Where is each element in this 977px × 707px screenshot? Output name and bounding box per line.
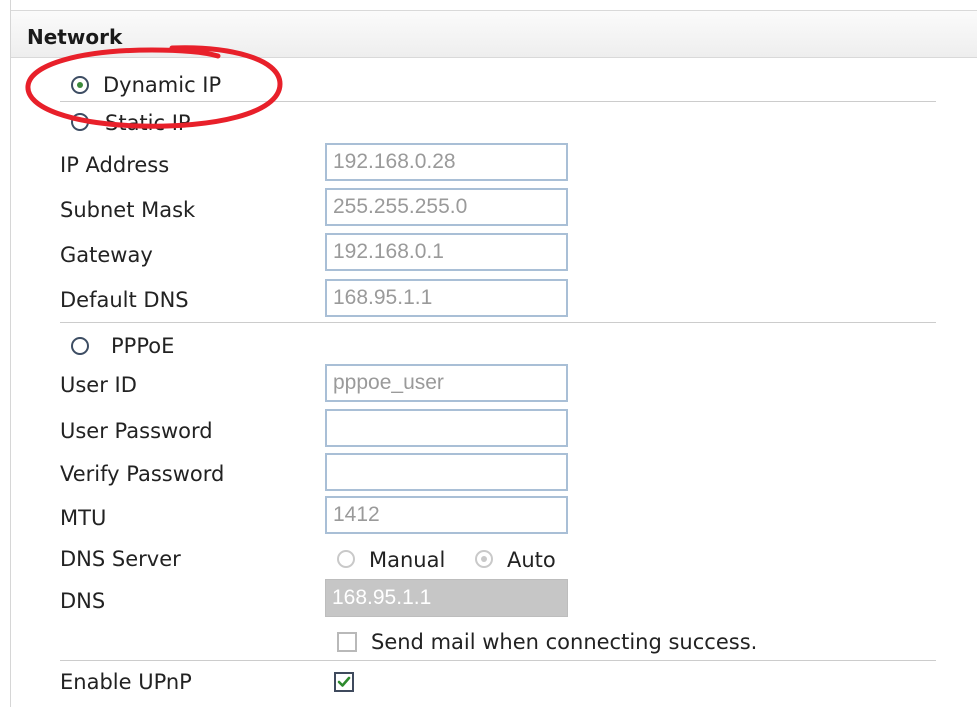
dns-manual-radio[interactable] [337, 550, 355, 568]
verify-password-label: Verify Password [60, 462, 225, 486]
user-id-input[interactable] [325, 364, 568, 402]
gateway-label: Gateway [60, 243, 153, 267]
divider [60, 101, 936, 102]
dns-input[interactable] [325, 579, 568, 617]
divider [60, 322, 936, 323]
dns-label: DNS [60, 589, 106, 613]
user-id-label: User ID [60, 373, 137, 397]
ip-address-input[interactable] [325, 143, 568, 181]
dns-manual-label: Manual [369, 548, 446, 572]
section-header: Network [11, 10, 977, 58]
enable-upnp-label: Enable UPnP [60, 670, 192, 694]
section-title: Network [27, 25, 123, 49]
pppoe-label: PPPoE [111, 334, 175, 358]
mtu-input[interactable] [325, 496, 568, 534]
dynamic-ip-radio[interactable] [71, 76, 89, 94]
dns-auto-radio[interactable] [475, 550, 493, 568]
ip-address-label: IP Address [60, 153, 170, 177]
subnet-mask-label: Subnet Mask [60, 198, 196, 222]
user-password-label: User Password [60, 419, 213, 443]
static-ip-radio[interactable] [71, 113, 89, 131]
send-mail-checkbox[interactable] [337, 632, 357, 652]
mtu-label: MTU [60, 506, 107, 530]
verify-password-input[interactable] [325, 453, 568, 491]
pppoe-radio[interactable] [71, 337, 89, 355]
dns-auto-label: Auto [507, 548, 556, 572]
send-mail-label: Send mail when connecting success. [371, 630, 758, 654]
enable-upnp-checkbox[interactable] [334, 672, 354, 692]
user-password-input[interactable] [325, 409, 568, 447]
dynamic-ip-label: Dynamic IP [103, 73, 222, 97]
static-ip-label: Static IP [105, 111, 191, 135]
divider [60, 660, 936, 661]
default-dns-input[interactable] [325, 279, 568, 317]
dns-server-label: DNS Server [60, 547, 181, 571]
checkmark-icon [337, 676, 351, 687]
network-panel: Network Dynamic IP Static IP IP Address … [10, 0, 977, 707]
default-dns-label: Default DNS [60, 288, 189, 312]
subnet-mask-input[interactable] [325, 188, 568, 226]
gateway-input[interactable] [325, 233, 568, 271]
